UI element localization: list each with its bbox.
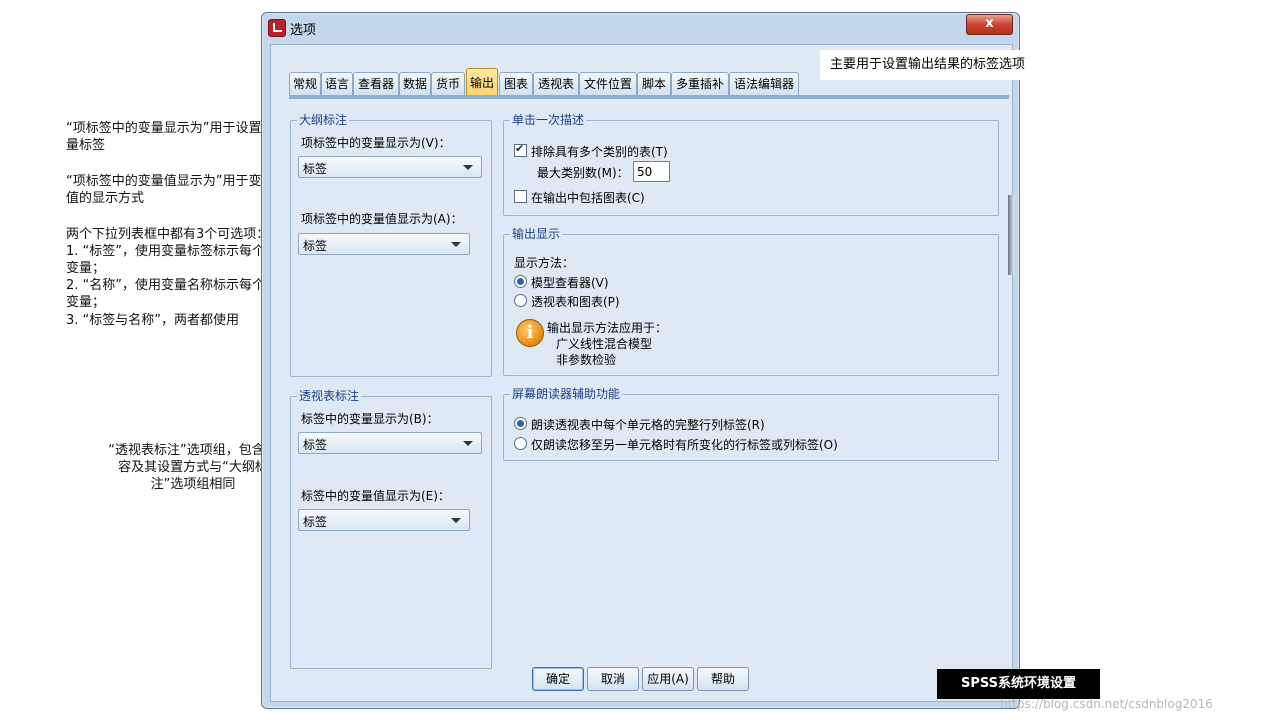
read-full-labels-label[interactable]: 朗读透视表中每个单元格的完整行列标签(R) [531,416,765,433]
options-dialog: 选项 x 常规 语言 查看器 数据 货币 输出 图表 透视表 文件位置 脚本 多… [261,12,1020,709]
tab-charts[interactable]: 图表 [499,72,533,95]
apply-to-label: 输出显示方法应用于： [547,321,668,335]
dialog-title: 选项 [290,23,317,38]
select-value: 标签 [303,239,328,253]
select-value: 标签 [303,515,328,529]
outline-val-label: 项标签中的变量值显示为(A)： [301,212,463,226]
annotation-options-2: 2. “名称”，使用变量名称标示每个变量； [66,278,266,310]
select-value: 标签 [303,438,328,452]
ok-button[interactable]: 确定 [532,667,584,691]
exclude-tables-checkbox[interactable] [514,142,527,157]
apply-item-glmm: 广义线性混合模型 [556,337,653,351]
annotation-var-label: “项标签中的变量显示为”用于设置变量标签 [66,121,275,153]
pivot-charts-radio[interactable] [514,294,527,307]
screen-reader-group: 屏幕朗读器辅助功能 朗读透视表中每个单元格的完整行列标签(R) 仅朗读您移至另一… [503,387,999,461]
apply-item-nonparametric: 非参数检验 [556,353,617,367]
annotation-options-3: 3. “标签与名称”，两者都使用 [66,313,240,328]
close-button[interactable]: x [966,14,1013,35]
tab-viewer[interactable]: 查看器 [353,72,399,95]
apply-button[interactable]: 应用(A) [642,667,694,691]
chevron-down-icon [463,165,473,170]
include-charts-checkbox[interactable] [514,190,527,203]
model-viewer-label[interactable]: 模型查看器(V) [531,274,609,291]
cancel-button[interactable]: 取消 [587,667,639,691]
annotation-pivot-group: “透视表标注”选项组，包含内容及其设置方式与“大纲标注”选项组相同 [108,443,278,492]
include-charts-label[interactable]: 在输出中包括图表(C) [531,189,645,206]
watermark: https://blog.csdn.net/csdnblog2016 [1000,697,1213,711]
max-categories-value: 50 [637,165,653,179]
outline-var-label: 项标签中的变量显示为(V)： [301,136,451,150]
outline-val-select[interactable]: 标签 [298,233,470,255]
tab-multiple-imputation[interactable]: 多重插补 [671,72,729,95]
pivot-var-select[interactable]: 标签 [298,432,482,454]
select-value: 标签 [303,162,328,176]
tab-output[interactable]: 输出 [466,68,498,96]
max-categories-label: 最大类别数(M)： [537,166,629,180]
read-full-labels-radio[interactable] [514,417,527,430]
annotation-options-1: 两个下拉列表框中都有3个可选项：1. “标签”，使用变量标签标示每个变量； [66,227,270,276]
group-title: 透视表标注 [297,389,362,403]
pivot-charts-label[interactable]: 透视表和图表(P) [531,293,620,310]
group-title: 输出显示 [510,227,563,241]
tab-language[interactable]: 语言 [321,72,353,95]
title-badge: SPSS系统环境设置 [937,669,1100,699]
model-viewer-radio[interactable] [514,275,527,288]
outline-labeling-group: 大纲标注 项标签中的变量显示为(V)： 标签 项标签中的变量值显示为(A)： 标… [290,113,492,377]
spss-app-icon [268,19,286,37]
window-edge-shadow [1008,195,1014,275]
read-changed-labels-radio[interactable] [514,437,527,450]
pivot-val-select[interactable]: 标签 [298,509,470,531]
outline-var-select[interactable]: 标签 [298,156,482,178]
chevron-down-icon [463,441,473,446]
group-title: 大纲标注 [297,113,350,127]
tab-divider [289,95,1009,99]
tab-file-locations[interactable]: 文件位置 [579,72,637,95]
chevron-down-icon [451,242,461,247]
read-changed-labels-label[interactable]: 仅朗读您移至另一单元格时有所变化的行标签或列标签(O) [531,436,838,453]
output-display-group: 输出显示 显示方法： 模型查看器(V) 透视表和图表(P) i 输出显示方法应用… [503,227,999,376]
help-button[interactable]: 帮助 [697,667,749,691]
group-title: 屏幕朗读器辅助功能 [510,387,623,401]
max-categories-input[interactable]: 50 [633,161,670,182]
display-method-label: 显示方法： [514,256,575,270]
dialog-client-area: 常规 语言 查看器 数据 货币 输出 图表 透视表 文件位置 脚本 多重插补 语… [270,44,1013,702]
tab-currency[interactable]: 货币 [431,72,465,95]
single-click-group: 单击一次描述 排除具有多个类别的表(T) 最大类别数(M)： 50 在输出中包括… [503,113,999,216]
title-bar[interactable]: 选项 x [262,13,1019,41]
tab-data[interactable]: 数据 [399,72,431,95]
tab-syntax-editor[interactable]: 语法编辑器 [729,72,799,95]
chevron-down-icon [451,518,461,523]
tab-pivot-tables[interactable]: 透视表 [533,72,579,95]
tab-scripts[interactable]: 脚本 [637,72,671,95]
pivot-val-label: 标签中的变量值显示为(E)： [301,489,450,503]
pivot-var-label: 标签中的变量显示为(B)： [301,412,439,426]
annotation-val-label: “项标签中的变量值显示为”用于变量值的显示方式 [66,174,275,206]
annotation-output-tab: 主要用于设置输出结果的标签选项 [820,50,1060,80]
exclude-tables-label[interactable]: 排除具有多个类别的表(T) [531,143,668,160]
pivot-labeling-group: 透视表标注 标签中的变量显示为(B)： 标签 标签中的变量值显示为(E)： 标签 [290,389,492,669]
info-icon: i [516,319,544,347]
group-title: 单击一次描述 [510,113,587,127]
tab-general[interactable]: 常规 [289,72,321,95]
